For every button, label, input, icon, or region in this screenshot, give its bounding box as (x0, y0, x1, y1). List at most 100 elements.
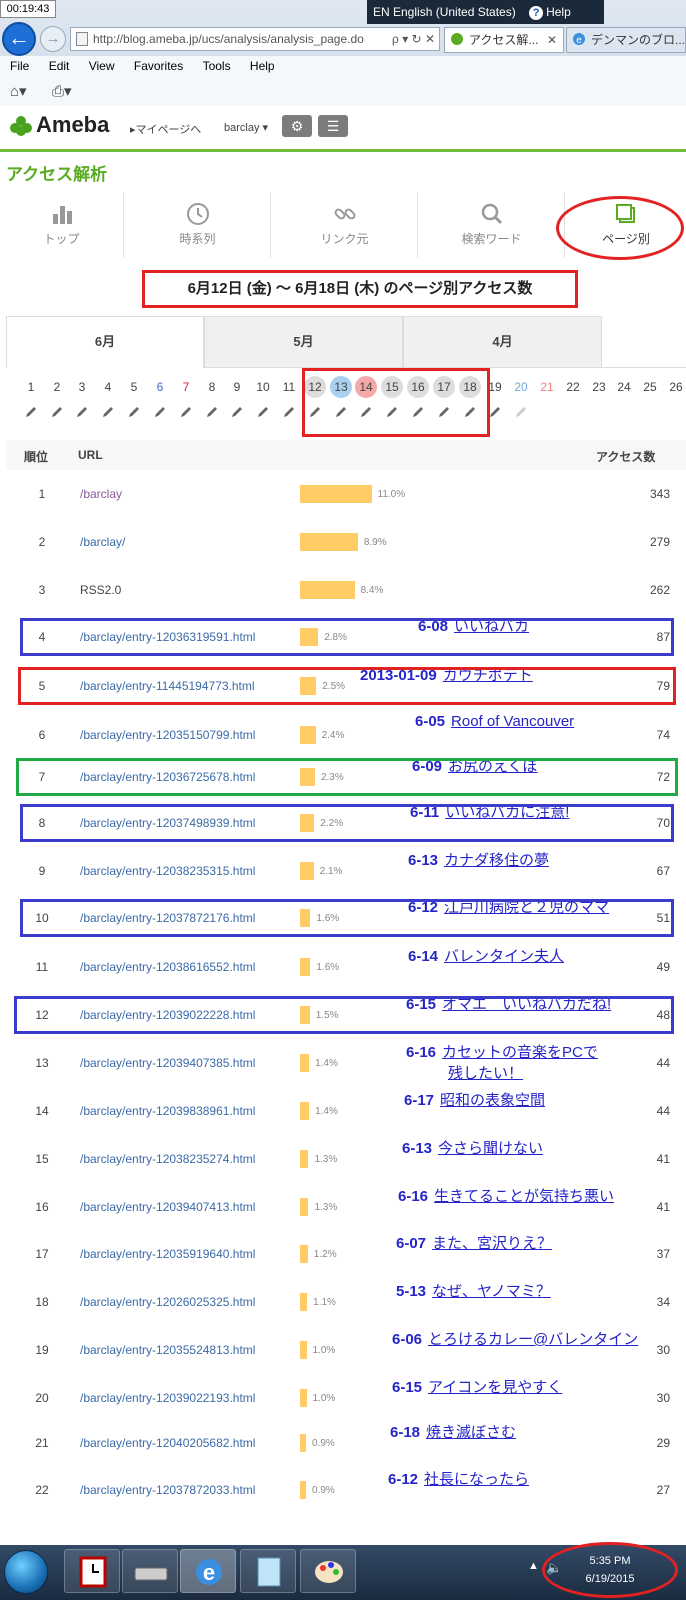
forward-button[interactable]: → (40, 26, 66, 52)
day-24[interactable]: 24 (613, 376, 635, 398)
user-menu[interactable]: barclay ▾ (224, 121, 268, 134)
share-bar (300, 533, 358, 551)
page-icon (76, 32, 88, 46)
day-20[interactable]: 20 (510, 376, 532, 398)
url-link[interactable]: /barclay/entry-12040205682.html (80, 1436, 255, 1450)
url-link[interactable]: /barclay/entry-12035150799.html (80, 728, 255, 742)
notepad-app-button[interactable] (240, 1549, 296, 1593)
start-button[interactable] (4, 1550, 48, 1594)
day-5[interactable]: 5 (123, 376, 145, 398)
screen: 00:19:43 EN English (United States) ? Hel… (0, 0, 686, 1600)
settings-button[interactable]: ⚙ (282, 115, 312, 137)
tray-arrow-icon[interactable]: ▲ (528, 1560, 539, 1572)
language-label[interactable]: EN English (United States) (373, 5, 516, 19)
url-link[interactable]: /barclay/entry-12038235274.html (80, 1152, 255, 1166)
help-button[interactable]: ? Help (529, 0, 571, 24)
edit-pencil-icon[interactable] (230, 405, 244, 419)
clock-app-button[interactable] (64, 1549, 120, 1593)
url-link[interactable]: /barclay/entry-12039838961.html (80, 1104, 255, 1118)
edit-pencil-icon[interactable] (50, 405, 64, 419)
edit-pencil-icon[interactable] (179, 405, 193, 419)
annotation-title: 社長になったら (424, 1471, 530, 1488)
browser-tab-active[interactable]: アクセス解... ✕ (444, 27, 564, 53)
day-6[interactable]: 6 (149, 376, 171, 398)
back-button[interactable]: ← (2, 22, 36, 56)
day-9[interactable]: 9 (226, 376, 248, 398)
url-link[interactable]: /barclay/entry-12035919640.html (80, 1247, 255, 1261)
menu-help[interactable]: Help (250, 56, 275, 76)
url-link[interactable]: /barclay/entry-12038235315.html (80, 864, 255, 878)
day-22[interactable]: 22 (562, 376, 584, 398)
share-bar (300, 485, 372, 503)
day-3[interactable]: 3 (71, 376, 93, 398)
edit-pencil-icon[interactable] (153, 405, 167, 419)
handwritten-annotation: 6-06 とろけるカレー@バレンタイン (392, 1328, 638, 1349)
address-controls-icon[interactable]: ρ ▾ ↻ ✕ (392, 28, 435, 50)
menu-button[interactable]: ☰ (318, 115, 348, 137)
count-cell: 27 (656, 1483, 670, 1497)
handwritten-annotation: 6-15 アイコンを見やすく (392, 1376, 562, 1397)
tab-june[interactable]: 6月 (6, 316, 204, 368)
link-icon (334, 208, 355, 220)
browser-tab[interactable]: e デンマンのブロ... (566, 27, 686, 53)
edit-pencil-icon[interactable] (101, 405, 115, 419)
edit-pencil-icon[interactable] (205, 405, 219, 419)
nav-search-words[interactable]: 検索ワード (419, 192, 565, 258)
tab-april[interactable]: 4月 (403, 316, 602, 368)
day-26[interactable]: 26 (665, 376, 686, 398)
edit-pencil-icon[interactable] (24, 405, 38, 419)
header-count: アクセス数 (596, 450, 656, 464)
url-link[interactable]: /barclay/entry-12035524813.html (80, 1343, 255, 1357)
paint-app-button[interactable] (300, 1549, 356, 1593)
rank-cell: 9 (38, 864, 46, 878)
url-link[interactable]: /barclay/ (80, 535, 125, 549)
edit-pencil-icon[interactable] (282, 405, 296, 419)
url-link[interactable]: /barclay/entry-12037872033.html (80, 1483, 255, 1497)
day-23[interactable]: 23 (588, 376, 610, 398)
tab-may[interactable]: 5月 (204, 316, 403, 368)
day-21[interactable]: 21 (536, 376, 558, 398)
day-11[interactable]: 11 (278, 376, 300, 398)
url-link[interactable]: /barclay/entry-12038616552.html (80, 960, 255, 974)
print-icon[interactable]: ⎙▾ (52, 82, 72, 100)
menu-favorites[interactable]: Favorites (134, 56, 183, 76)
menu-view[interactable]: View (89, 56, 115, 76)
ie-favicon-icon: e (573, 33, 585, 46)
url-link[interactable]: /barclay/entry-12039407413.html (80, 1200, 255, 1214)
menu-tools[interactable]: Tools (203, 56, 231, 76)
edit-pencil-icon[interactable] (256, 405, 270, 419)
day-8[interactable]: 8 (201, 376, 223, 398)
url-link[interactable]: /barclay/entry-12039022193.html (80, 1391, 255, 1405)
drive-app-button[interactable] (122, 1549, 178, 1593)
day-10[interactable]: 10 (252, 376, 274, 398)
edit-pencil-icon[interactable] (488, 405, 502, 419)
annotation-title: 生きてることが気持ち悪い (434, 1188, 615, 1205)
url-link[interactable]: /barclay (80, 487, 122, 501)
url-link[interactable]: /barclay/entry-12026025325.html (80, 1295, 255, 1309)
edit-pencil-icon[interactable] (127, 405, 141, 419)
day-7[interactable]: 7 (175, 376, 197, 398)
menu-file[interactable]: File (10, 56, 29, 76)
nav-timeline[interactable]: 時系列 (125, 192, 271, 258)
url-link[interactable]: /barclay/entry-12039407385.html (80, 1056, 255, 1070)
nav-top[interactable]: トップ (0, 192, 124, 258)
annotation-date: 6-07 (396, 1235, 427, 1252)
ameba-logo[interactable]: Ameba (36, 112, 109, 138)
mypage-link[interactable]: ▸マイページへ (130, 121, 201, 137)
day-4[interactable]: 4 (97, 376, 119, 398)
edit-pencil-icon[interactable] (514, 405, 528, 419)
day-25[interactable]: 25 (639, 376, 661, 398)
count-cell: 67 (656, 864, 670, 878)
address-bar[interactable]: http://blog.ameba.jp/ucs/analysis/analys… (70, 27, 440, 51)
home-icon[interactable]: ⌂▾ (10, 82, 27, 100)
nav-referrer[interactable]: リンク元 (272, 192, 418, 258)
tab-label: アクセス解... (469, 33, 539, 47)
day-2[interactable]: 2 (46, 376, 68, 398)
edit-pencil-icon[interactable] (75, 405, 89, 419)
rank-cell: 20 (35, 1391, 49, 1405)
close-tab-icon[interactable]: ✕ (547, 28, 557, 52)
menu-edit[interactable]: Edit (49, 56, 70, 76)
day-1[interactable]: 1 (20, 376, 42, 398)
tab-label: デンマンのブロ... (591, 33, 686, 47)
ie-app-button[interactable]: e (180, 1549, 236, 1593)
